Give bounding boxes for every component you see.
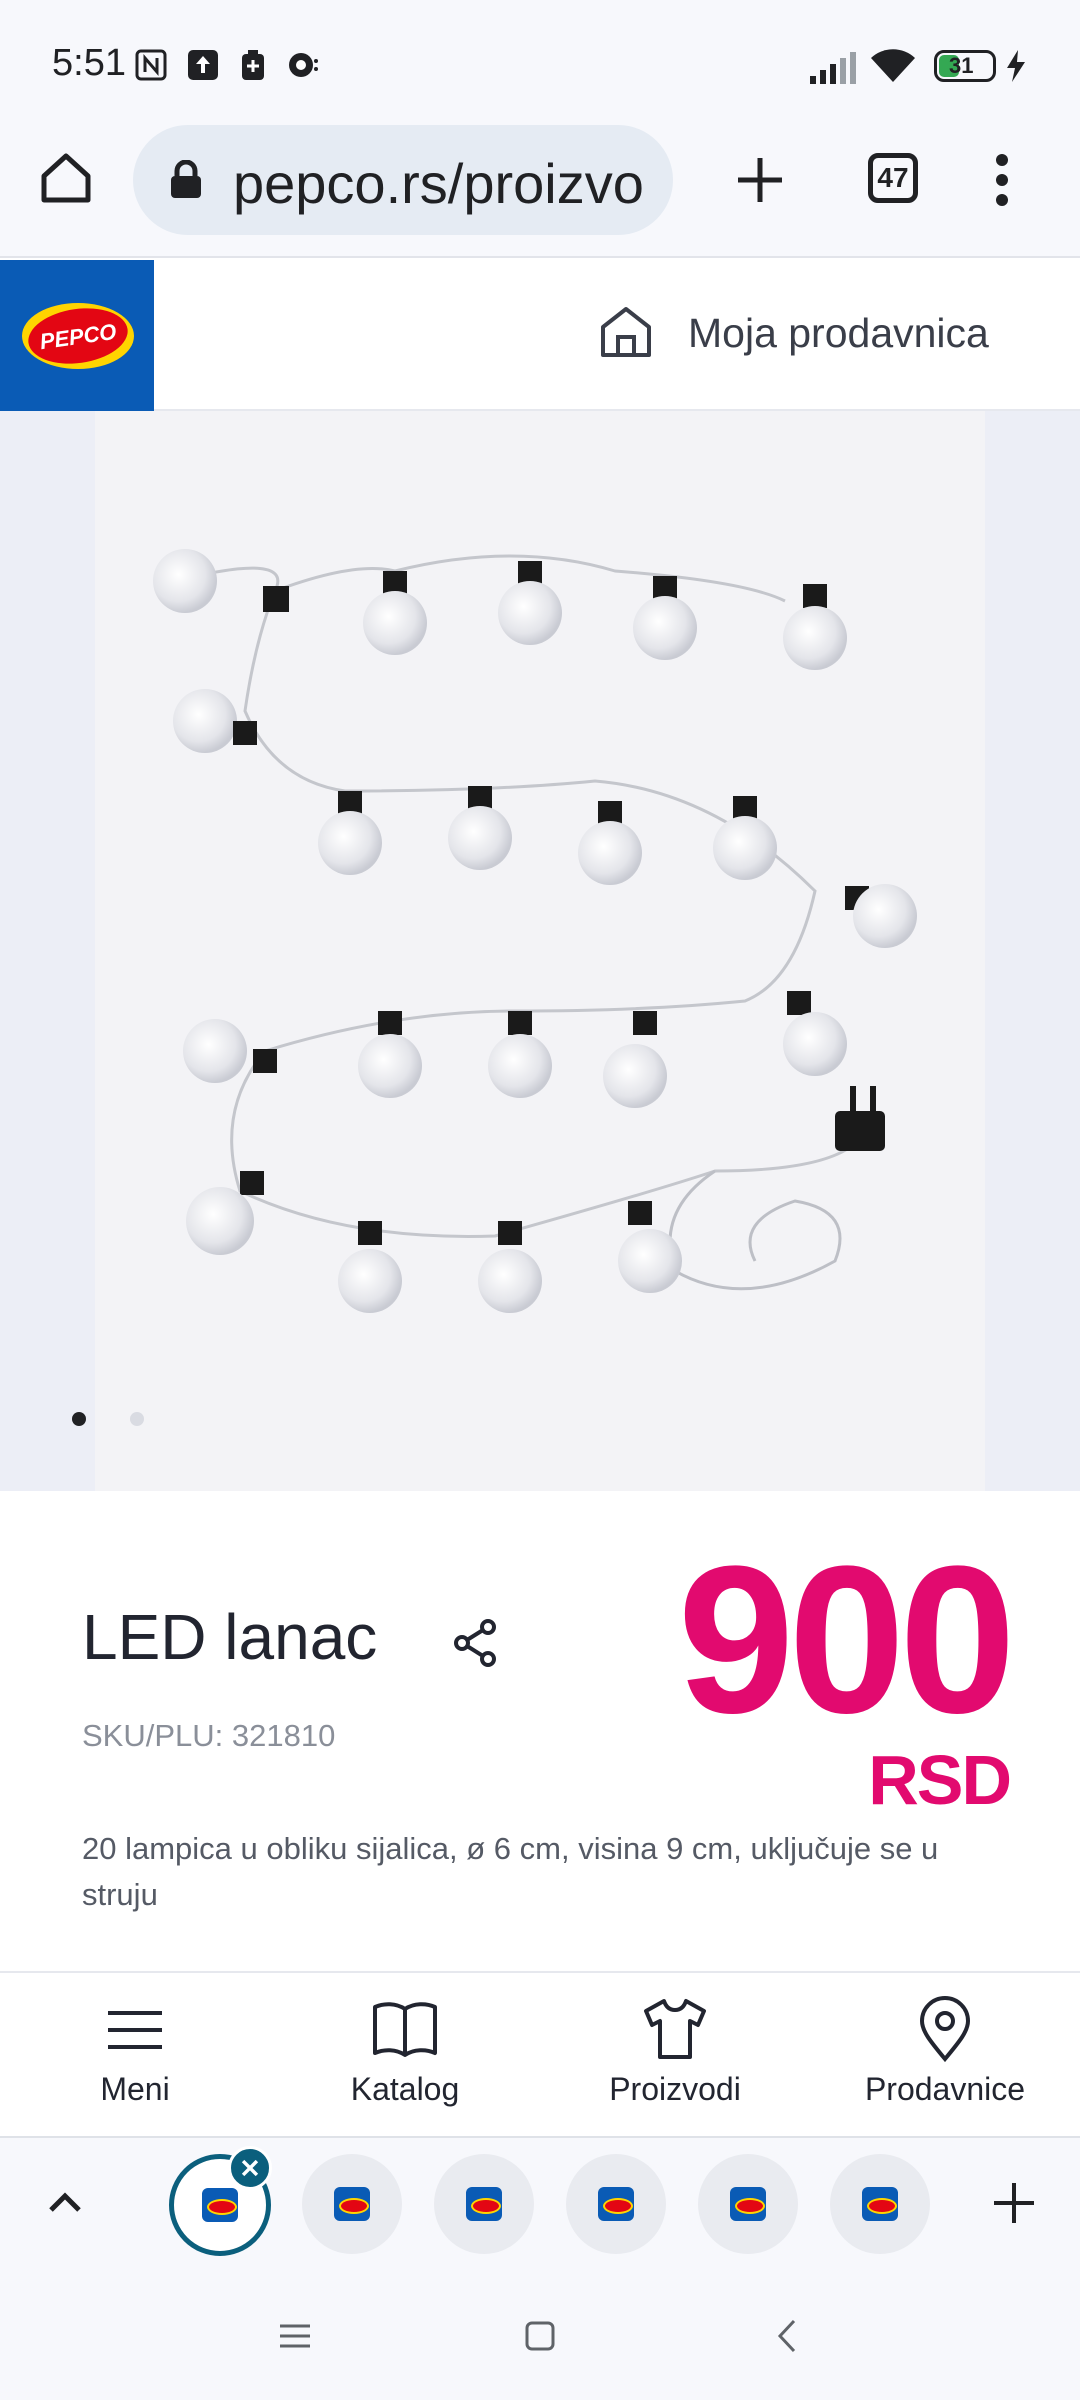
pepco-favicon [202,2188,238,2222]
charging-icon [1007,50,1025,82]
new-tab-icon[interactable] [735,155,785,205]
product-price: 900 [677,1522,1016,1757]
carousel-dot-1[interactable] [72,1412,86,1426]
product-description: 20 lampica u obliku sijalica, ø 6 cm, vi… [82,1831,939,1912]
price-currency: RSD [868,1741,1012,1819]
wifi-icon [871,49,915,82]
recents-icon[interactable] [278,2322,312,2350]
pepco-favicon [598,2187,634,2221]
logo-oval: PEPCO [22,302,134,370]
home-nav-icon[interactable] [524,2320,556,2352]
led-string-lights-photo [95,411,985,1491]
battery-level: 31 [949,53,974,78]
nav-catalog-label: Katalog [350,2071,460,2107]
logo-text: PEPCO [38,318,118,355]
hamburger-icon [108,2011,162,2049]
signal-icon [810,52,856,84]
nav-products-label: Proizvodi [609,2071,741,2107]
status-bar: 5:51 31 [0,0,1080,128]
pepco-favicon [334,2187,370,2221]
back-icon[interactable] [776,2318,798,2354]
carousel-dot-2[interactable] [130,1412,144,1426]
tabs-button[interactable]: 47 [868,153,918,203]
close-icon[interactable] [228,2146,272,2190]
share-icon[interactable] [452,1618,500,1668]
chevron-up-icon[interactable] [48,2190,82,2214]
pepco-favicon [730,2187,766,2221]
menu-dots-icon[interactable] [992,150,1012,210]
battery-saver-icon [242,50,264,80]
pepco-favicon [466,2187,502,2221]
pepco-logo[interactable]: PEPCO [0,260,154,411]
product-image[interactable] [95,411,985,1491]
tshirt-icon [644,1999,706,2059]
nav-stores-label: Prodavnice [864,2071,1026,2107]
book-icon [373,2002,437,2057]
tab-thumbnail[interactable] [302,2154,402,2254]
tab-thumbnail[interactable] [434,2154,534,2254]
product-title: LED lanac [82,1601,378,1673]
pepco-favicon [862,2187,898,2221]
product-sku: SKU/PLU: 321810 [82,1718,336,1753]
nav-stores[interactable]: Prodavnice [810,1995,1080,2115]
tab-thumbnail[interactable] [698,2154,798,2254]
tab-thumbnail[interactable] [830,2154,930,2254]
nfc-icon [135,49,167,81]
nav-menu[interactable]: Meni [0,1995,270,2115]
location-pin-icon [919,1996,971,2063]
address-bar[interactable]: pepco.rs/proizvo [133,125,673,235]
nav-catalog[interactable]: Katalog [270,1995,540,2115]
add-tab-icon[interactable] [992,2181,1036,2225]
nav-products[interactable]: Proizvodi [540,1995,810,2115]
upload-icon [188,50,218,80]
my-store-link[interactable]: Moja prodavnica [688,310,989,357]
store-icon[interactable] [598,303,654,359]
assistant-icon [289,53,318,77]
status-time: 5:51 [52,42,126,84]
lock-icon [171,160,201,198]
tab-thumbnail[interactable] [566,2154,666,2254]
nav-menu-label: Meni [100,2071,170,2107]
url-text: pepco.rs/proizvo [233,152,644,215]
home-icon[interactable] [38,150,94,206]
battery-icon: 31 [934,50,996,82]
